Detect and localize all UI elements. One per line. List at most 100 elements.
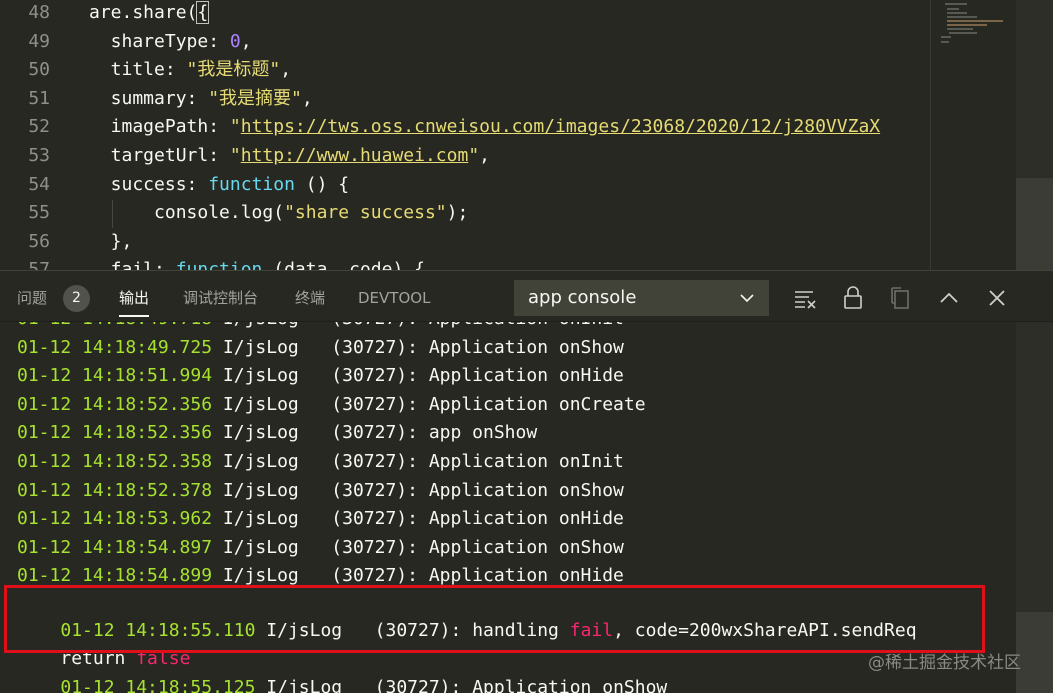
code-token: summary: bbox=[89, 87, 209, 109]
code-token: }, bbox=[89, 230, 133, 252]
log-message: Application onInit bbox=[428, 451, 624, 472]
code-token: imagePath: bbox=[89, 116, 230, 138]
log-line: 01-12 14:18:54.897 I/jsLog (30727): Appl… bbox=[17, 534, 624, 563]
code-line: targetUrl: "http://www.huawei.com", bbox=[89, 142, 490, 171]
log-tag: I/jsLog (30727): bbox=[212, 479, 429, 501]
log-timestamp: 01-12 14:18:49.725 bbox=[17, 336, 213, 358]
log-line: 01-12 14:18:49.718 I/jsLog (30727): Appl… bbox=[17, 322, 624, 334]
log-message: Application onInit bbox=[429, 322, 624, 329]
panel-tab-bar: 问题 2 输出 调试控制台 终端 DEVTOOL app console bbox=[0, 270, 1053, 322]
tab-output[interactable]: 输出 bbox=[119, 288, 150, 317]
line-number: 49 bbox=[28, 30, 50, 52]
minimap-line bbox=[941, 41, 949, 43]
log-line: 01-12 14:18:52.356 I/jsLog (30727): Appl… bbox=[17, 391, 646, 420]
log-message: Application onShow bbox=[428, 536, 624, 558]
log-line: 01-12 14:18:53.962 I/jsLog (30727): Appl… bbox=[17, 505, 624, 534]
code-token: " bbox=[229, 116, 241, 138]
code-token: { bbox=[196, 1, 210, 24]
output-scrollbar-thumb[interactable] bbox=[1016, 612, 1053, 693]
close-panel-button[interactable] bbox=[984, 285, 1010, 311]
open-log-file-button[interactable] bbox=[888, 285, 914, 311]
code-line: summary: "我是摘要", bbox=[89, 85, 313, 114]
code-token: ); bbox=[446, 202, 469, 224]
code-token: " bbox=[229, 145, 241, 166]
log-tag: I/jsLog (30727): bbox=[212, 422, 429, 444]
code-token: "我是标题" bbox=[186, 59, 281, 81]
code-line: imagePath: "https://tws.oss.cnweisou.com… bbox=[89, 113, 880, 142]
log-timestamp: 01-12 14:18:52.378 bbox=[17, 479, 213, 501]
line-number: 56 bbox=[28, 230, 50, 252]
code-token: console.log( bbox=[89, 202, 285, 224]
code-line: console.log("share success"); bbox=[89, 199, 468, 228]
code-line: success: function () { bbox=[89, 171, 349, 200]
code-token: , bbox=[301, 87, 313, 109]
problems-count-badge: 2 bbox=[63, 285, 90, 312]
log-tag: I/jsLog (30727): bbox=[212, 393, 429, 415]
open-file-icon bbox=[891, 287, 909, 309]
editor-scrollbar-thumb[interactable] bbox=[1016, 178, 1053, 270]
code-line: }, bbox=[89, 228, 133, 257]
output-channel-select[interactable]: app console bbox=[514, 280, 769, 316]
lock-scroll-button[interactable] bbox=[840, 285, 866, 311]
clear-output-icon bbox=[795, 291, 816, 309]
log-timestamp: 01-12 14:18:55.125 bbox=[60, 676, 256, 693]
tab-debug-console[interactable]: 调试控制台 bbox=[183, 288, 258, 308]
indent-guide bbox=[112, 200, 113, 228]
log-message: Application onShow bbox=[472, 676, 668, 693]
code-token: 0 bbox=[229, 30, 241, 52]
log-timestamp: 01-12 14:18:54.897 bbox=[17, 536, 213, 558]
output-log[interactable]: 01-12 14:18:49.718 I/jsLog (30727): Appl… bbox=[0, 322, 1053, 693]
code-token: function bbox=[175, 259, 263, 270]
error-highlight-box bbox=[4, 585, 985, 653]
code-token: , bbox=[479, 145, 490, 166]
minimap-line bbox=[941, 36, 951, 38]
lock-icon bbox=[844, 286, 862, 309]
code-token: "share success" bbox=[284, 202, 447, 224]
line-number: 50 bbox=[28, 59, 50, 81]
minimap[interactable] bbox=[930, 0, 1016, 270]
code-token: https://tws.oss.cnweisou.com/images/2306… bbox=[240, 116, 881, 138]
code-token: fail: bbox=[89, 259, 176, 270]
log-timestamp: 01-12 14:18:54.899 bbox=[17, 565, 213, 587]
log-tag: I/jsLog (30727): bbox=[212, 536, 429, 558]
line-number: 52 bbox=[28, 116, 50, 138]
log-timestamp: 01-12 14:18:51.994 bbox=[17, 365, 213, 387]
log-line: 01-12 14:18:52.378 I/jsLog (30727): Appl… bbox=[17, 477, 624, 506]
editor-scrollbar[interactable] bbox=[1016, 0, 1053, 270]
log-message: app onShow bbox=[428, 422, 538, 444]
tab-terminal[interactable]: 终端 bbox=[295, 288, 325, 308]
line-number: 54 bbox=[28, 173, 50, 195]
log-tag: I/jsLog (30727): bbox=[212, 365, 429, 387]
code-token: "我是摘要" bbox=[208, 87, 302, 109]
code-token: title: bbox=[89, 59, 187, 81]
code-token: shareType: bbox=[89, 30, 230, 52]
clear-output-button[interactable] bbox=[792, 285, 818, 311]
log-line: 01-12 14:18:52.358 I/jsLog (30727): Appl… bbox=[17, 448, 624, 477]
log-tag: I/jsLog (30727): bbox=[212, 336, 429, 358]
minimap-line bbox=[947, 28, 973, 30]
log-line: 01-12 14:18:49.725 I/jsLog (30727): Appl… bbox=[17, 334, 624, 363]
line-number: 57 bbox=[28, 259, 50, 270]
code-token: , bbox=[280, 59, 292, 81]
minimap-line bbox=[945, 3, 967, 5]
code-editor[interactable]: 48 49 50 51 52 53 54 55 56 57 are.share({ shareTy… bbox=[0, 0, 1053, 270]
log-line: 01-12 14:18:51.994 I/jsLog (30727): Appl… bbox=[17, 362, 624, 391]
maximize-panel-button[interactable] bbox=[936, 285, 962, 311]
output-scrollbar[interactable] bbox=[1016, 322, 1053, 693]
code-line: title: "我是标题", bbox=[89, 56, 291, 85]
code-token: are.share( bbox=[89, 2, 198, 23]
log-timestamp: 01-12 14:18:52.358 bbox=[17, 451, 213, 472]
log-message: Application onShow bbox=[428, 479, 624, 501]
tab-devtool[interactable]: DEVTOOL bbox=[358, 288, 430, 308]
log-timestamp: 01-12 14:18:49.718 bbox=[17, 322, 212, 329]
code-token: targetUrl: bbox=[89, 145, 230, 166]
minimap-line bbox=[947, 8, 959, 10]
log-tag: I/jsLog (30727): bbox=[255, 676, 473, 693]
log-tag: I/jsLog (30727): bbox=[212, 508, 429, 530]
log-tag: I/jsLog (30727): bbox=[212, 565, 429, 587]
code-token: success: bbox=[89, 173, 209, 195]
code-token: , bbox=[240, 30, 252, 52]
tab-problems[interactable]: 问题 bbox=[17, 288, 47, 308]
watermark: @稀土掘金技术社区 bbox=[868, 653, 1021, 673]
output-channel-label: app console bbox=[528, 287, 637, 308]
